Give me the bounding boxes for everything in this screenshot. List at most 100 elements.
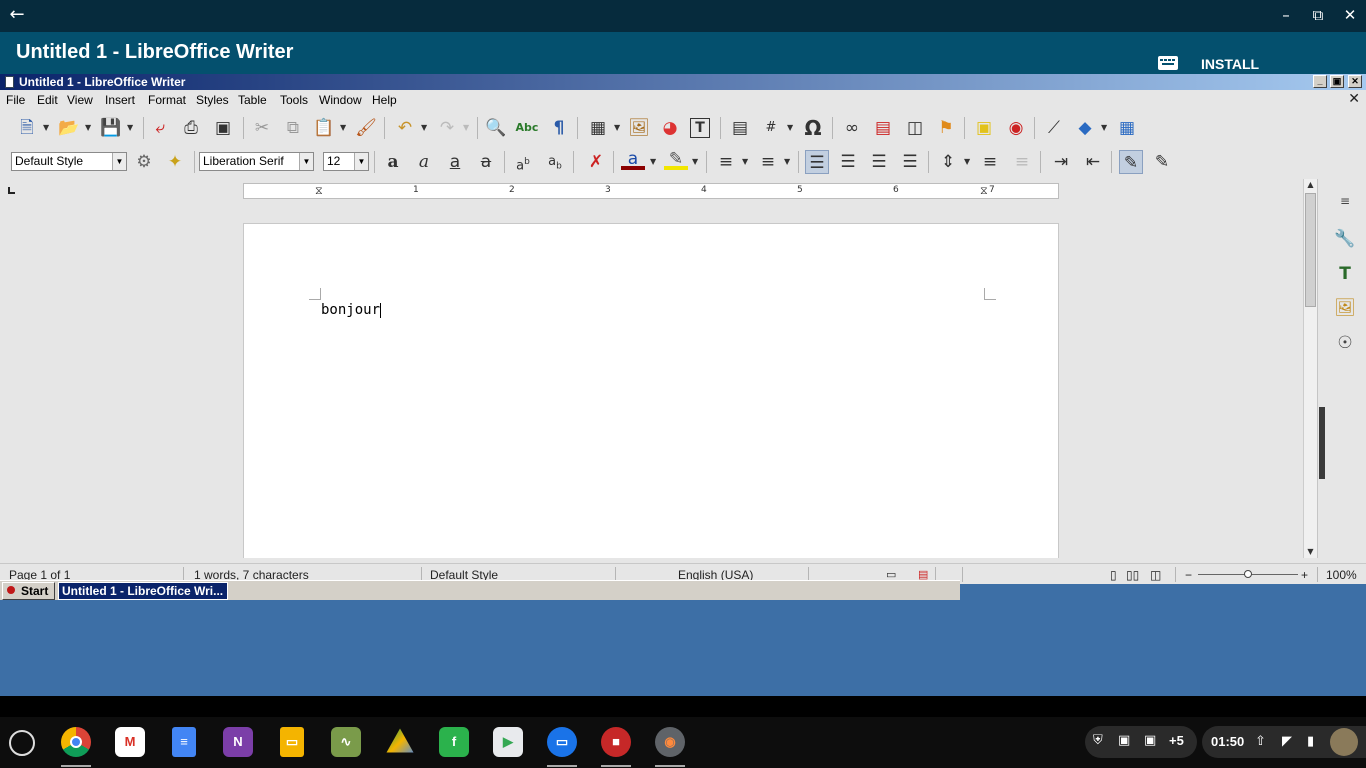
new-document-icon[interactable]: 🗎: [15, 116, 39, 140]
strikethrough-icon[interactable]: a: [474, 150, 498, 174]
insert-special-character-icon[interactable]: Ω: [801, 116, 825, 140]
files-icon[interactable]: ▭: [547, 727, 577, 757]
insert-comment-icon[interactable]: ▣: [972, 116, 996, 140]
sidebar-collapse-handle[interactable]: [1319, 407, 1325, 479]
redo-dropdown-icon[interactable]: ▼: [463, 116, 471, 140]
formatting-marks-icon[interactable]: ¶: [547, 116, 571, 140]
styles-icon[interactable]: T: [1333, 262, 1357, 286]
field-dropdown-icon[interactable]: ▼: [787, 116, 795, 140]
export-pdf-icon[interactable]: ⤶: [148, 116, 172, 140]
bullet-dropdown-icon[interactable]: ▼: [742, 150, 750, 174]
document-page[interactable]: bonjour: [243, 223, 1059, 558]
increase-paragraph-spacing-icon[interactable]: ≡: [978, 150, 1002, 174]
new-dropdown-icon[interactable]: ▼: [43, 116, 51, 140]
zoom-slider-knob[interactable]: [1244, 570, 1252, 578]
font-size-combo[interactable]: 12 ▼: [323, 152, 369, 171]
single-page-view-icon[interactable]: ▯: [1110, 568, 1117, 582]
insert-text-box-icon[interactable]: T: [690, 118, 710, 138]
new-style-icon[interactable]: ✦: [163, 150, 187, 174]
google-docs-icon[interactable]: ≡: [172, 727, 196, 757]
insert-bookmark-icon[interactable]: ⚑: [934, 116, 958, 140]
zoom-in-icon[interactable]: +: [1301, 568, 1308, 582]
insert-table-icon[interactable]: ▦: [586, 116, 610, 140]
screen-recorder-icon[interactable]: ■: [601, 727, 631, 757]
undo-icon[interactable]: ↶: [393, 116, 417, 140]
back-arrow-icon[interactable]: ←: [6, 4, 28, 26]
line-spacing-icon[interactable]: ⇕: [936, 150, 960, 174]
increase-indent-icon[interactable]: ⇥: [1049, 150, 1073, 174]
multi-page-view-icon[interactable]: ▯▯: [1126, 568, 1139, 582]
font-name-combo[interactable]: Liberation Serif ▼: [199, 152, 314, 171]
status-area[interactable]: 01:50 ⇧ ◤ ▮: [1202, 726, 1366, 758]
google-drive-icon[interactable]: [386, 728, 414, 753]
track-changes-icon[interactable]: ◉: [1004, 116, 1028, 140]
align-right-icon[interactable]: ☰: [867, 150, 891, 174]
menu-edit[interactable]: Edit: [37, 93, 58, 107]
highlight-color-icon[interactable]: ✎: [664, 150, 688, 170]
gallery-icon[interactable]: 🖼: [1333, 296, 1357, 320]
horizontal-ruler[interactable]: 1 2 3 4 5 6 7 ⧖ ⧖: [243, 183, 1059, 199]
tab-stop-selector[interactable]: [8, 187, 15, 194]
find-replace-icon[interactable]: 🔍: [484, 116, 508, 140]
clone-formatting-icon[interactable]: 🖌: [354, 116, 378, 140]
menu-format[interactable]: Format: [148, 93, 186, 107]
menu-table[interactable]: Table: [238, 93, 267, 107]
menu-insert[interactable]: Insert: [105, 93, 135, 107]
insert-image-icon[interactable]: 🖼: [627, 116, 651, 140]
insert-endnote-icon[interactable]: ◫: [903, 116, 927, 140]
insert-field-icon[interactable]: #: [759, 116, 783, 140]
close-icon[interactable]: ✕: [1339, 4, 1361, 26]
taskbar-item-writer[interactable]: Untitled 1 - LibreOffice Wri...: [58, 582, 228, 600]
document-text[interactable]: bonjour: [321, 302, 382, 318]
window-maximize-button[interactable]: ▣: [1330, 75, 1344, 88]
print-preview-icon[interactable]: ▣: [211, 116, 235, 140]
menu-help[interactable]: Help: [372, 93, 397, 107]
insert-hyperlink-icon[interactable]: ∞: [840, 116, 864, 140]
window-minimize-button[interactable]: _: [1313, 75, 1327, 88]
scroll-down-arrow-icon[interactable]: ▼: [1305, 546, 1316, 558]
scroll-up-arrow-icon[interactable]: ▲: [1305, 179, 1316, 191]
chevron-down-icon[interactable]: ▼: [112, 153, 126, 170]
gmail-icon[interactable]: M: [115, 727, 145, 757]
chevron-down-icon[interactable]: ▼: [354, 153, 368, 170]
scrollbar-thumb[interactable]: [1305, 193, 1316, 307]
feedly-icon[interactable]: f: [439, 727, 469, 757]
left-indent-marker[interactable]: ⧖: [315, 184, 323, 198]
basic-shapes-icon[interactable]: ◆: [1073, 116, 1097, 140]
launcher-icon[interactable]: [9, 730, 35, 756]
navigator-compass-icon[interactable]: ☉: [1333, 331, 1357, 355]
underline-icon[interactable]: a: [443, 150, 467, 174]
menu-window[interactable]: Window: [319, 93, 362, 107]
book-view-icon[interactable]: ◫: [1150, 568, 1161, 582]
clear-formatting-icon[interactable]: ✗: [584, 150, 608, 174]
menu-file[interactable]: File: [6, 93, 25, 107]
justify-icon[interactable]: ☰: [898, 150, 922, 174]
insert-chart-icon[interactable]: ◕: [658, 116, 682, 140]
play-store-icon[interactable]: ▶: [493, 727, 523, 757]
menu-tools[interactable]: Tools: [280, 93, 308, 107]
save-dropdown-icon[interactable]: ▼: [127, 116, 135, 140]
cut-icon[interactable]: ✂: [250, 116, 274, 140]
notification-tray[interactable]: ⛨ ▣ ▣ +5: [1085, 726, 1197, 758]
numbering-dropdown-icon[interactable]: ▼: [784, 150, 792, 174]
zoom-out-icon[interactable]: −: [1185, 568, 1192, 582]
paragraph-background-icon[interactable]: ✎: [1119, 150, 1143, 174]
close-document-icon[interactable]: ✕: [1348, 91, 1360, 107]
maximize-icon[interactable]: ⧉: [1307, 4, 1329, 26]
google-slides-icon[interactable]: ▭: [280, 727, 304, 757]
paste-dropdown-icon[interactable]: ▼: [340, 116, 348, 140]
draw-functions-icon[interactable]: ▦: [1115, 116, 1139, 140]
insert-footnote-icon[interactable]: ▤: [871, 116, 895, 140]
paragraph-style-combo[interactable]: Default Style ▼: [11, 152, 127, 171]
superscript-icon[interactable]: ab: [511, 150, 535, 174]
font-color-dropdown-icon[interactable]: ▼: [650, 150, 658, 174]
update-style-icon[interactable]: ⚙: [132, 150, 156, 174]
spelling-icon[interactable]: Abc: [515, 116, 539, 140]
bold-icon[interactable]: a: [381, 150, 405, 174]
subscript-icon[interactable]: ab: [543, 150, 567, 174]
sidebar-menu-icon[interactable]: ≡: [1333, 189, 1357, 213]
italic-icon[interactable]: a: [412, 150, 436, 174]
minimize-icon[interactable]: –: [1275, 4, 1297, 26]
redo-icon[interactable]: ↷: [435, 116, 459, 140]
save-icon[interactable]: 💾: [99, 116, 123, 140]
